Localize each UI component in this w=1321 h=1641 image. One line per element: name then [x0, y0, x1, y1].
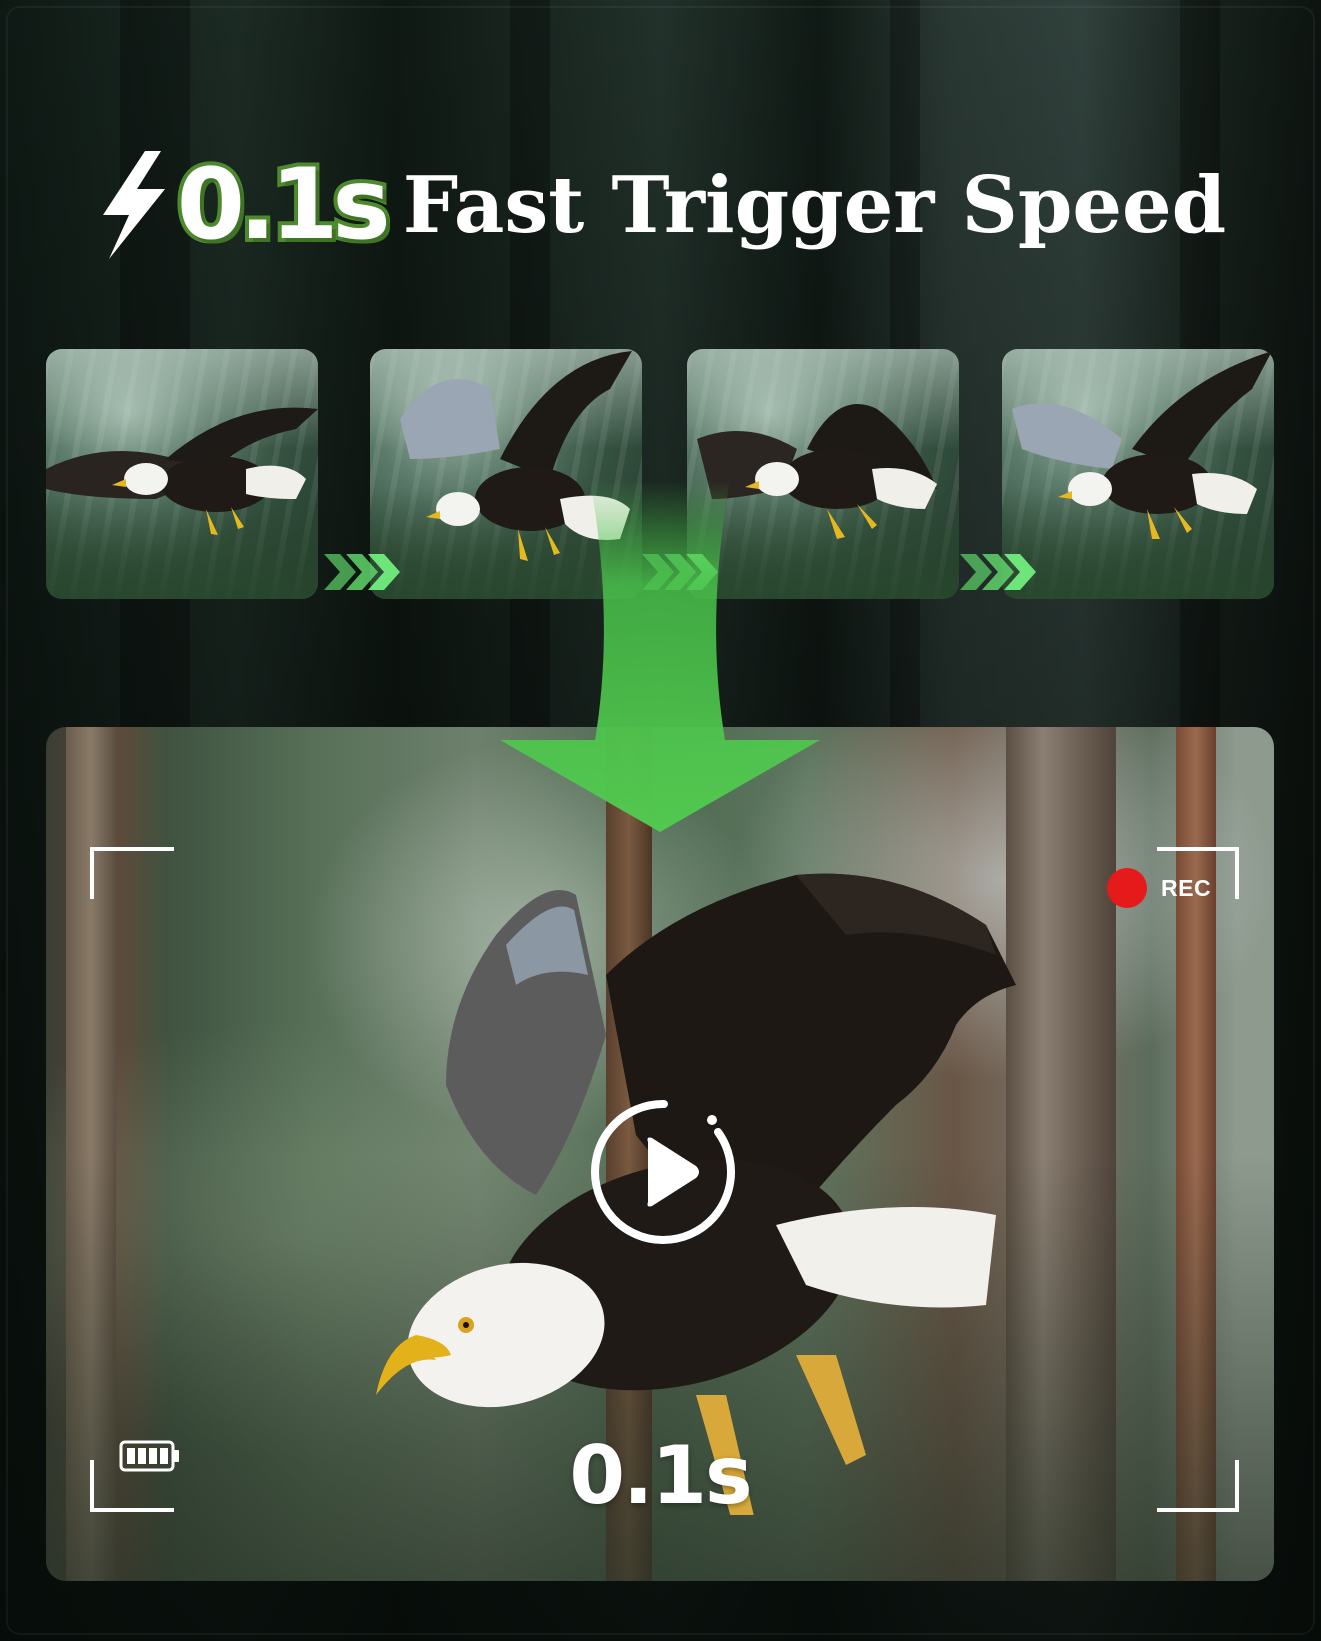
viewfinder-corner-bottom-right [1157, 1460, 1239, 1512]
headline: 0.1s Fast Trigger Speed [0, 140, 1321, 270]
play-icon[interactable] [590, 1098, 738, 1246]
trigger-time-caption: 0.1s [569, 1429, 752, 1522]
viewfinder-corner-top-left [90, 847, 174, 899]
chevron-arrow-icon [324, 554, 400, 590]
battery-icon [119, 1440, 179, 1472]
chevron-arrow-icon [960, 554, 1036, 590]
record-dot-icon [1107, 868, 1147, 908]
sequence-frame-1 [46, 349, 318, 599]
speed-value-badge: 0.1s [173, 148, 395, 262]
down-arrow-icon [500, 480, 820, 832]
rec-indicator: REC [1107, 868, 1211, 908]
headline-title: Fast Trigger Speed [402, 159, 1227, 251]
lightning-icon [102, 151, 165, 259]
sequence-frame-4 [1002, 349, 1274, 599]
rec-label: REC [1161, 874, 1212, 901]
